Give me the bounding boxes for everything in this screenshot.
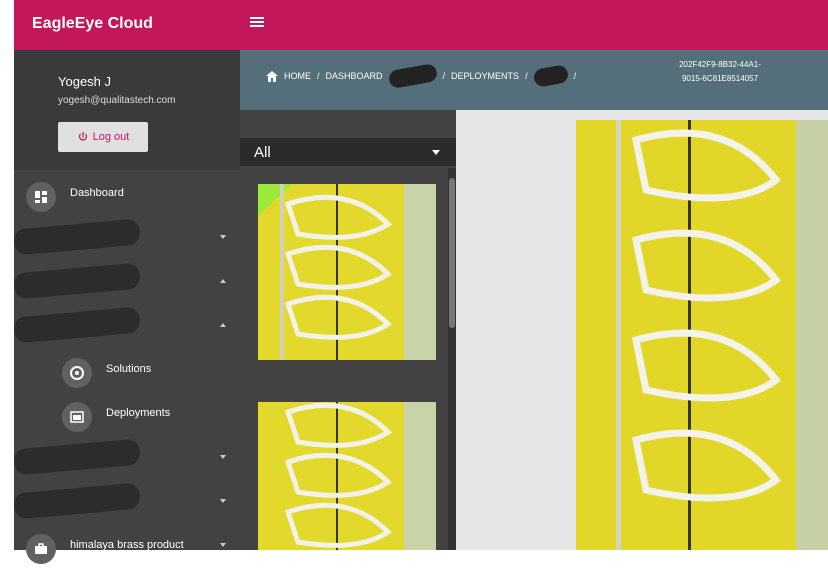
redaction-scribble [13, 262, 141, 300]
image-thumbnail[interactable] [258, 402, 436, 550]
chevron-down-icon [220, 543, 226, 547]
sidebar-item-himalaya[interactable]: himalaya brass product [14, 526, 240, 570]
sidebar-item-redacted[interactable] [13, 482, 240, 526]
list-scrollbar[interactable] [448, 168, 456, 550]
breadcrumb: HOME / DASHBOARD / DEPLOYMENTS / / 202F4… [240, 50, 828, 110]
sidebar-item-label: himalaya brass product [70, 539, 184, 551]
logout-button[interactable]: Log out [58, 122, 148, 152]
breadcrumb-separator: / [442, 71, 446, 81]
sidebar-item-label: Dashboard [70, 187, 124, 199]
image-preview[interactable] [576, 120, 828, 550]
solutions-icon [62, 358, 92, 388]
breadcrumb-home[interactable]: HOME [284, 71, 311, 81]
user-name: Yogesh J [58, 74, 112, 89]
redaction-scribble [13, 438, 141, 476]
filter-selected-value: All [254, 144, 271, 161]
image-thumbnail[interactable] [258, 184, 436, 360]
chevron-down-icon [220, 455, 226, 459]
breadcrumb-current-id: 202F42F9-8B32-44A1- 9015-6C81E8514057 [670, 58, 770, 86]
breadcrumb-separator: / [573, 71, 577, 81]
breadcrumb-id-line1: 202F42F9-8B32-44A1- [679, 60, 761, 69]
breadcrumb-separator: / [317, 71, 320, 81]
user-panel: Yogesh J yogesh@qualitastech.com Log out [14, 50, 240, 170]
chevron-down-icon [220, 235, 226, 239]
sidebar: Yogesh J yogesh@qualitastech.com Log out… [13, 50, 240, 564]
dashboard-icon [26, 182, 56, 212]
sidebar-item-redacted[interactable] [13, 262, 240, 306]
chevron-up-icon [220, 279, 226, 283]
breadcrumb-deployments[interactable]: DEPLOYMENTS [451, 71, 519, 81]
sidebar-item-label: Deployments [106, 407, 171, 419]
scrollbar-thumb[interactable] [449, 178, 455, 328]
app-title: EagleEye Cloud [32, 15, 153, 32]
sidebar-item-redacted[interactable] [13, 438, 240, 482]
breadcrumb-dashboard[interactable]: DASHBOARD [326, 71, 383, 81]
redaction-scribble [13, 306, 141, 344]
image-viewer [456, 110, 828, 550]
sidebar-item-label: Solutions [106, 363, 152, 375]
menu-icon[interactable] [250, 17, 264, 27]
redaction-scribble [13, 218, 141, 256]
sidebar-nav: Dashboard Solutions Deployments himalaya… [13, 174, 240, 570]
top-app-bar: EagleEye Cloud [14, 0, 828, 50]
sidebar-item-solutions[interactable]: Solutions [14, 350, 240, 394]
redaction-scribble [13, 482, 141, 520]
chevron-up-icon [220, 323, 226, 327]
power-icon [78, 131, 87, 141]
deployments-icon [62, 402, 92, 432]
image-list-panel: All [240, 110, 456, 550]
filter-select[interactable]: All [240, 138, 456, 166]
redaction-scribble [532, 64, 569, 88]
sidebar-item-deployments[interactable]: Deployments [14, 394, 240, 438]
logout-label: Log out [92, 131, 130, 143]
sidebar-item-redacted[interactable] [13, 306, 240, 350]
chevron-down-icon [220, 499, 226, 503]
briefcase-icon [26, 534, 56, 564]
home-icon[interactable] [266, 70, 278, 82]
redaction-scribble [387, 62, 438, 90]
sidebar-item-redacted[interactable] [13, 218, 240, 262]
breadcrumb-separator: / [525, 71, 528, 81]
caret-down-icon [432, 150, 440, 155]
breadcrumb-id-line2: 9015-6C81E8514057 [681, 74, 759, 83]
user-email: yogesh@qualitastech.com [58, 95, 176, 106]
sidebar-item-dashboard[interactable]: Dashboard [14, 174, 240, 218]
